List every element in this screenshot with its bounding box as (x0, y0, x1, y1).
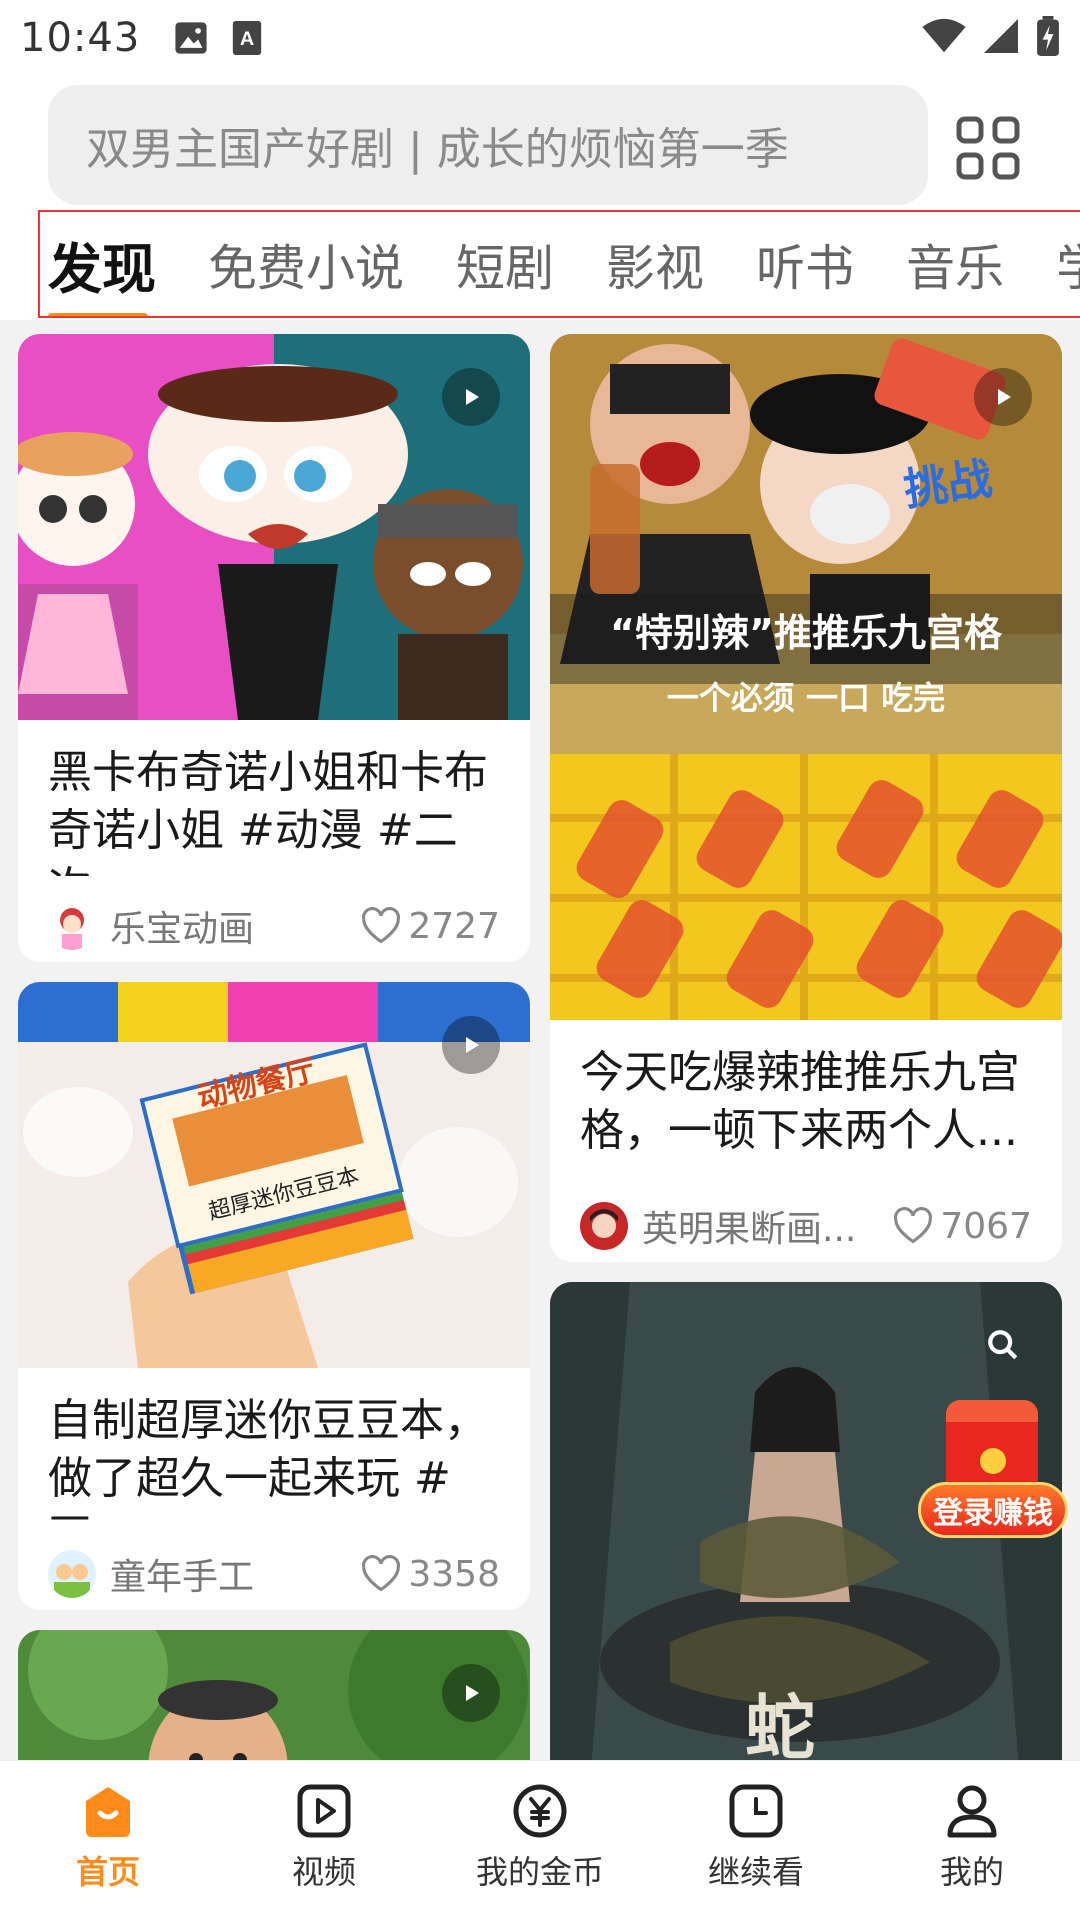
card-title: 今天吃爆辣推推乐九宫格，一顿下来两个人... (580, 1047, 1020, 1156)
video-thumbnail (18, 334, 530, 720)
bottom-navigation: 首页 视频 我的金币 继续看 我的 (0, 1760, 1080, 1920)
nav-label: 我的 (939, 1853, 1004, 1891)
svg-text:A: A (240, 28, 254, 50)
play-icon (442, 368, 500, 426)
avatar[interactable] (48, 902, 96, 950)
heart-icon (894, 1207, 933, 1244)
author-name[interactable]: 童年手工 (110, 1548, 360, 1600)
nav-profile[interactable]: 我的 (864, 1761, 1080, 1920)
tab-music[interactable]: 音乐 (906, 229, 1004, 300)
nav-label: 首页 (75, 1853, 140, 1891)
coin-yuan-icon (513, 1784, 567, 1838)
app-root: 10:43 A 双男主国产好剧 | 成长的烦恼第一季 发现 免费小说 短剧 影视… (0, 0, 1080, 1920)
author-name[interactable]: 英明果断画... (642, 1200, 892, 1252)
font-a-icon: A (232, 20, 262, 55)
apps-grid-icon[interactable] (955, 115, 1021, 181)
search-placeholder: 双男主国产好剧 | 成长的烦恼第一季 (86, 124, 789, 175)
video-thumbnail: 挑战 “特别辣”推推乐九宫格 一个必须 一口 吃完 (550, 334, 1062, 1020)
nav-video[interactable]: 视频 (216, 1761, 432, 1920)
nav-label: 我的金币 (475, 1853, 604, 1891)
category-tabs: 发现 免费小说 短剧 影视 听书 音乐 学习 (38, 210, 1080, 318)
like-count: 3358 (408, 1553, 500, 1595)
like-count: 2727 (408, 905, 500, 947)
card-meta: 乐宝动画 2727 (18, 876, 530, 962)
login-earn-button[interactable]: 登录赚钱 (918, 1400, 1068, 1540)
tab-learning[interactable]: 学习 (1056, 229, 1080, 300)
profile-icon (947, 1785, 997, 1838)
gallery-icon (174, 21, 208, 55)
search-icon[interactable] (974, 1316, 1032, 1374)
avatar[interactable] (580, 1202, 628, 1250)
feed-card[interactable] (18, 1630, 530, 1760)
nav-label: 继续看 (707, 1853, 804, 1891)
nav-label: 视频 (291, 1853, 356, 1891)
active-tab-underline (48, 312, 148, 316)
coin-icon (980, 1448, 1006, 1474)
heart-icon (362, 1555, 401, 1592)
card-title: 黑卡布奇诺小姐和卡布奇诺小姐 #动漫 #二次... (48, 747, 488, 876)
video-thumbnail (18, 1630, 530, 1760)
signal-icon (984, 18, 1018, 58)
video-thumbnail: 动物餐厅 超厚迷你豆豆本 (18, 982, 530, 1368)
play-icon (974, 368, 1032, 426)
tab-short-dramas[interactable]: 短剧 (456, 229, 554, 300)
content-feed: 黑卡布奇诺小姐和卡布奇诺小姐 #动漫 #二次... 乐宝动画 2727 (0, 320, 1080, 1760)
like-button[interactable]: 3358 (360, 1554, 500, 1595)
status-bar: 10:43 A (0, 0, 1080, 75)
poster-title-text: 蛇 (745, 1687, 815, 1760)
card-meta: 英明果断画... 7067 (550, 1176, 1062, 1262)
nav-home[interactable]: 首页 (0, 1761, 216, 1920)
clock-icon (729, 1784, 783, 1838)
spicy-title-text: “特别辣”推推乐九宫格 (610, 611, 1003, 655)
search-bar[interactable]: 双男主国产好剧 | 成长的烦恼第一季 (48, 85, 928, 205)
play-icon (442, 1016, 500, 1074)
nav-my-coins[interactable]: 我的金币 (432, 1761, 648, 1920)
like-count: 7067 (940, 1205, 1032, 1247)
header: 双男主国产好剧 | 成长的烦恼第一季 发现 免费小说 短剧 影视 听书 音乐 学… (0, 75, 1080, 320)
tab-movies-tv[interactable]: 影视 (606, 229, 704, 300)
card-meta: 童年手工 3358 (18, 1524, 530, 1610)
feed-card[interactable]: 黑卡布奇诺小姐和卡布奇诺小姐 #动漫 #二次... 乐宝动画 2727 (18, 334, 530, 962)
battery-charging-icon (1036, 15, 1060, 60)
status-time: 10:43 (20, 14, 141, 61)
heart-icon (362, 907, 401, 944)
card-title: 自制超厚迷你豆豆本，做了超久一起来玩 #豆... (48, 1395, 488, 1524)
login-earn-label: 登录赚钱 (918, 1482, 1068, 1538)
play-icon (442, 1664, 500, 1722)
tab-discover[interactable]: 发现 (48, 225, 156, 316)
avatar[interactable] (48, 1550, 96, 1598)
feed-card[interactable]: 挑战 “特别辣”推推乐九宫格 一个必须 一口 吃完 今天吃爆辣推推乐九宫格，一顿… (550, 334, 1062, 1262)
must-eat-text: 一个必须 一口 吃完 (667, 679, 945, 717)
home-icon (86, 1787, 130, 1837)
like-button[interactable]: 7067 (892, 1206, 1032, 1247)
video-play-icon (297, 1784, 351, 1838)
wifi-icon (922, 18, 966, 58)
tab-free-novels[interactable]: 免费小说 (208, 229, 404, 300)
like-button[interactable]: 2727 (360, 906, 500, 947)
feed-card[interactable]: 动物餐厅 超厚迷你豆豆本 自制超厚迷你豆豆本，做了超久一起来玩 #豆... 童年… (18, 982, 530, 1610)
tab-audiobooks[interactable]: 听书 (756, 229, 854, 300)
author-name[interactable]: 乐宝动画 (110, 900, 360, 952)
nav-continue-watching[interactable]: 继续看 (648, 1761, 864, 1920)
